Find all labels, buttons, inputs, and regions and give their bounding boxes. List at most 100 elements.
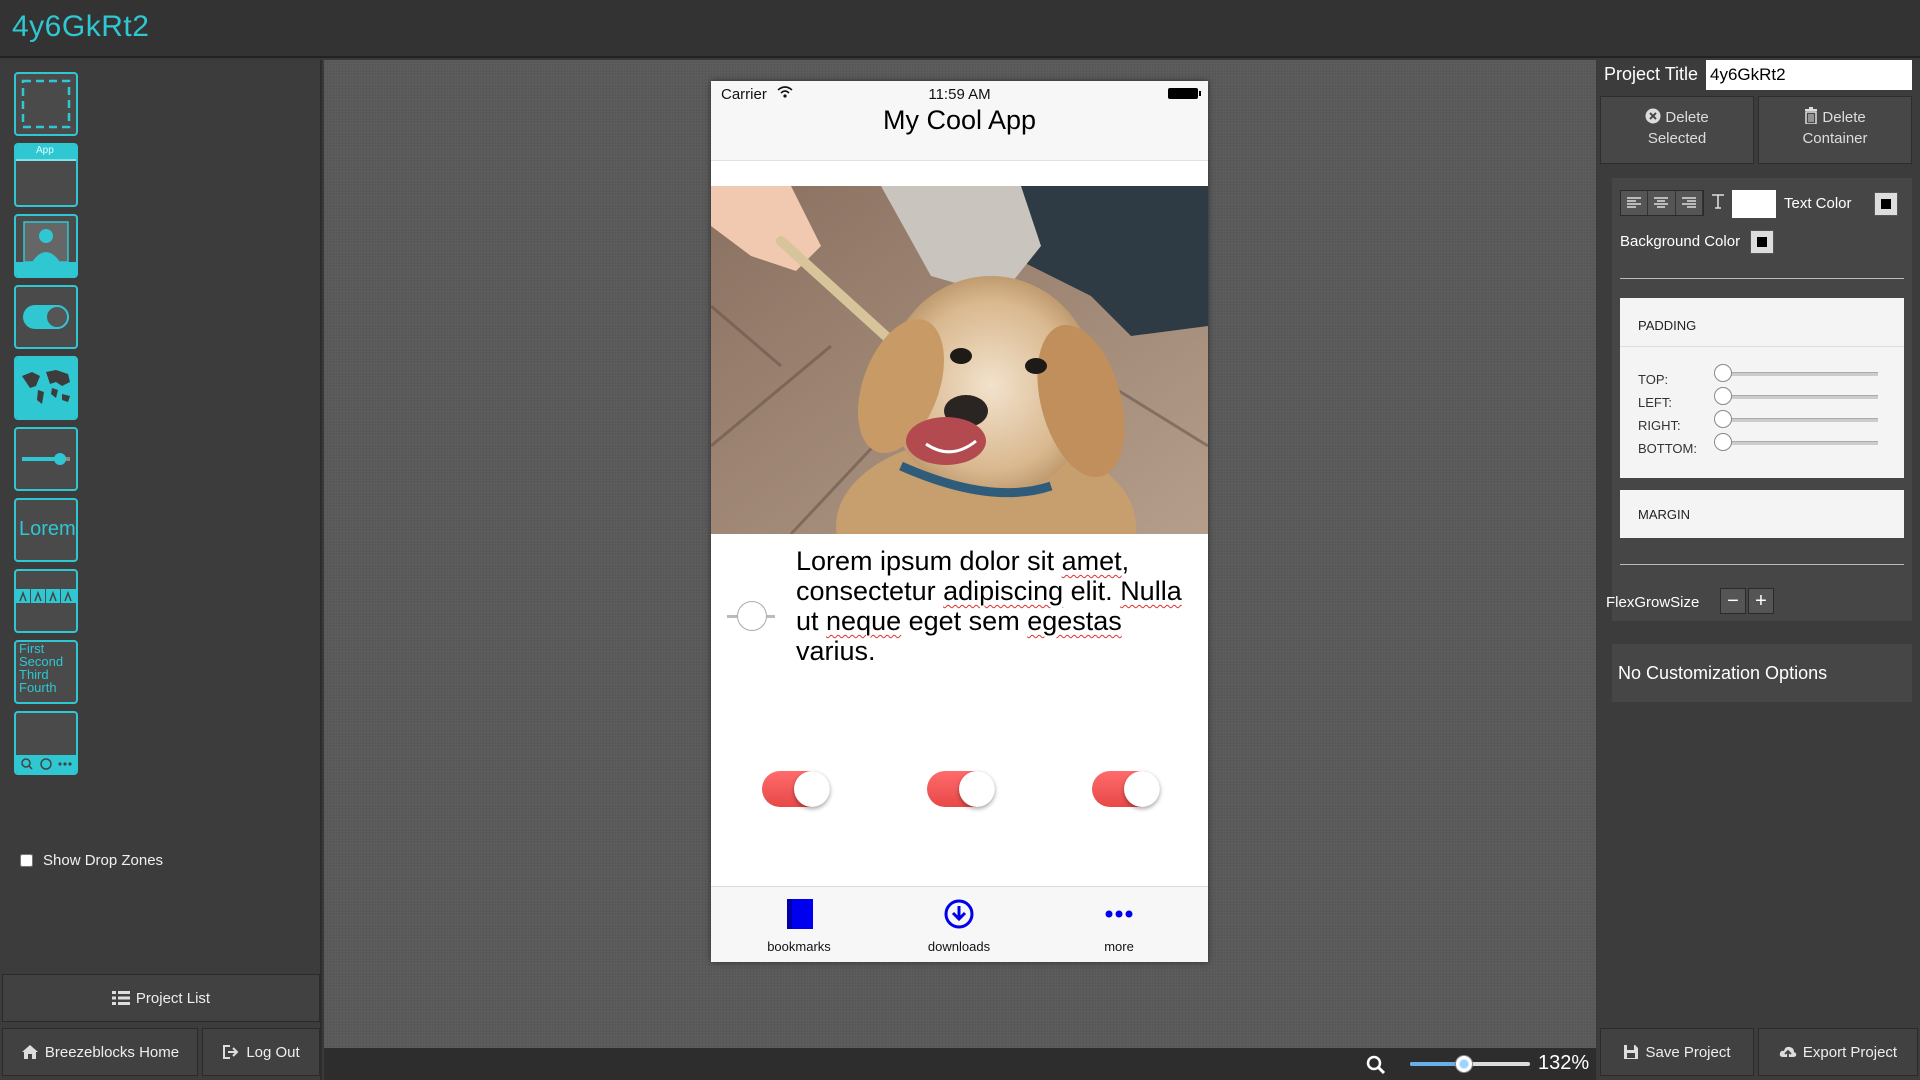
radio-slider-knob[interactable] [737, 601, 767, 631]
tab-more-label: more [1104, 939, 1134, 954]
tab-more[interactable]: more [1049, 887, 1189, 962]
padding-title: PADDING [1638, 318, 1697, 333]
divider [1620, 278, 1904, 279]
padding-top-slider[interactable] [1714, 364, 1878, 382]
toggle-switch-1[interactable] [762, 771, 830, 807]
text-run: eget sem [901, 606, 1028, 636]
text-run: elit. [1063, 576, 1121, 606]
align-center-button[interactable] [1648, 191, 1676, 215]
toggle-tool[interactable] [14, 285, 78, 349]
zoom-slider[interactable] [1410, 1055, 1530, 1073]
list-icon [111, 991, 130, 1005]
list-tool[interactable]: First Second Third Fourth [14, 640, 78, 704]
toggle-switch-2[interactable] [927, 771, 995, 807]
image-icon [16, 221, 76, 276]
logout-label: Log Out [246, 1043, 300, 1061]
padding-right-slider[interactable] [1714, 410, 1878, 428]
padding-right-label: RIGHT: [1638, 418, 1681, 433]
right-panel: Project Title Delete Selected Delete Con… [1598, 60, 1920, 1080]
slider-knob[interactable] [1714, 410, 1732, 428]
project-title-input[interactable] [1706, 60, 1912, 90]
divider [1620, 564, 1904, 565]
project-list-button[interactable]: Project List [2, 974, 320, 1022]
left-panel: App Lorem First Second Third Fourth Show… [0, 60, 322, 1080]
map-tool[interactable] [14, 356, 78, 420]
text-align-group [1620, 190, 1704, 216]
toggle-switch-3[interactable] [1092, 771, 1160, 807]
lorem-text[interactable]: Lorem ipsum dolor sit amet, consectetur … [796, 546, 1201, 666]
slider-knob[interactable] [1714, 387, 1732, 405]
list-tool-line: Fourth [19, 680, 57, 695]
slider-tool[interactable] [14, 427, 78, 491]
status-time: 11:59 AM [928, 86, 991, 103]
zoom-icon [1366, 1055, 1386, 1075]
align-left-icon [1627, 197, 1642, 208]
align-left-button[interactable] [1621, 191, 1649, 215]
delete-circle-icon [1645, 108, 1661, 124]
text-tool[interactable]: Lorem [14, 498, 78, 562]
delete-selected-label-2: Selected [1647, 130, 1707, 147]
show-drop-zones[interactable]: Show Drop Zones [20, 852, 163, 869]
slider-knob[interactable] [1714, 433, 1732, 451]
padding-divider [1620, 346, 1904, 347]
font-size-input[interactable] [1732, 190, 1776, 218]
show-drop-zones-checkbox[interactable] [20, 854, 33, 867]
flex-grow-increment[interactable]: + [1748, 588, 1774, 614]
map-icon [16, 358, 76, 418]
toggle-knob [794, 771, 830, 807]
zoom-value: 132% [1538, 1052, 1590, 1074]
text-run: Lorem ipsum dolor sit [796, 546, 1062, 576]
text-tool-label: Lorem [19, 518, 76, 540]
puppy-photo[interactable] [711, 186, 1208, 534]
save-project-button[interactable]: Save Project [1600, 1028, 1754, 1076]
list-tool-lines: First Second Third Fourth [19, 642, 63, 694]
phone-preview[interactable]: Carrier 11:59 AM My Cool App Lorem ipsum… [711, 81, 1208, 962]
slider-knob[interactable] [1714, 364, 1732, 382]
image-tool[interactable] [14, 214, 78, 278]
text-run: ut [796, 606, 827, 636]
tabbar-tool[interactable] [14, 711, 78, 775]
battery-icon [1168, 88, 1201, 99]
grid-tool[interactable] [14, 569, 78, 633]
flex-grow-decrement[interactable]: − [1720, 588, 1746, 614]
padding-panel: PADDING TOP: LEFT: RIGHT: BOTTOM: [1620, 298, 1904, 478]
cloud-upload-icon [1779, 1046, 1797, 1058]
container-tool[interactable] [14, 72, 78, 136]
padding-left-slider[interactable] [1714, 387, 1878, 405]
radio-slider[interactable] [727, 601, 775, 631]
margin-title: MARGIN [1638, 507, 1690, 522]
padding-bottom-slider[interactable] [1714, 433, 1878, 451]
export-project-button[interactable]: Export Project [1758, 1028, 1918, 1076]
nav-title: My Cool App [882, 105, 1037, 135]
align-right-icon [1681, 197, 1696, 208]
book-icon [787, 899, 813, 929]
top-bar: 4y6GkRt2 [0, 0, 1920, 58]
padding-left-label: LEFT: [1638, 395, 1672, 410]
margin-panel[interactable]: MARGIN [1620, 490, 1904, 538]
align-right-button[interactable] [1675, 191, 1703, 215]
misspelled-word: Nulla [1120, 576, 1182, 606]
padding-bottom-label: BOTTOM: [1638, 441, 1697, 456]
project-list-label: Project List [135, 989, 211, 1007]
tab-bookmarks-label: bookmarks [767, 939, 831, 954]
tab-downloads[interactable]: downloads [889, 887, 1029, 962]
delete-container-label-2: Container [1802, 130, 1868, 147]
home-button[interactable]: Breezeblocks Home [2, 1028, 198, 1076]
save-project-label: Save Project [1645, 1043, 1731, 1061]
nav-bar[interactable]: Carrier 11:59 AM My Cool App [711, 81, 1208, 161]
delete-container-label-1: Delete [1822, 109, 1866, 126]
background-color-swatch[interactable] [1750, 230, 1774, 254]
home-label: Breezeblocks Home [44, 1043, 180, 1061]
misspelled-word: adipiscing [943, 576, 1064, 606]
text-color-swatch[interactable] [1874, 192, 1898, 216]
toggle-knob [1124, 771, 1160, 807]
zoom-slider-knob[interactable] [1455, 1055, 1473, 1073]
tab-bookmarks[interactable]: bookmarks [729, 887, 869, 962]
delete-selected-button[interactable]: Delete Selected [1600, 96, 1754, 164]
export-project-label: Export Project [1802, 1043, 1898, 1061]
slider-icon [22, 453, 70, 465]
delete-container-button[interactable]: Delete Container [1758, 96, 1912, 164]
logout-button[interactable]: Log Out [202, 1028, 320, 1076]
app-header-tool[interactable]: App [14, 143, 78, 207]
misspelled-word: neque [826, 606, 902, 636]
